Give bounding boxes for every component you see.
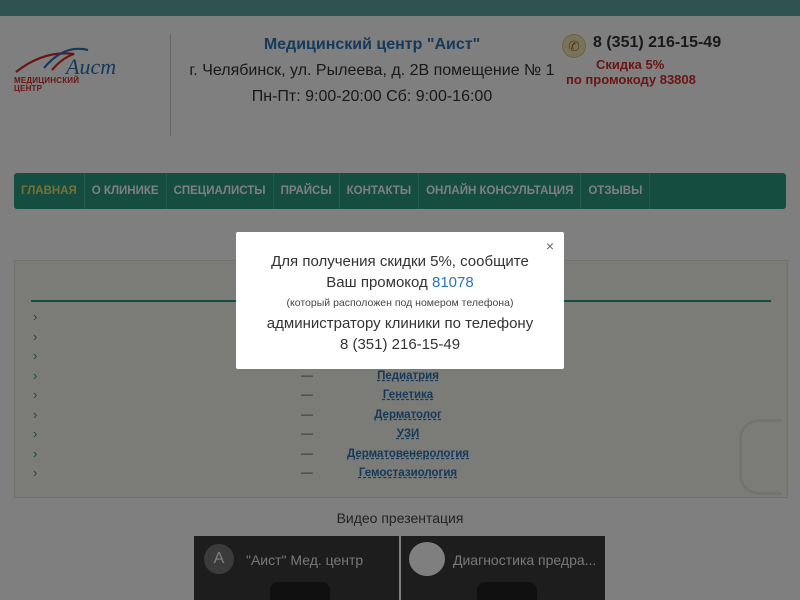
close-icon[interactable]: × bbox=[546, 238, 554, 254]
modal-phone[interactable]: 8 (351) 216-15-49 bbox=[236, 334, 564, 355]
modal-line1: Для получения скидки 5%, сообщите bbox=[271, 253, 529, 270]
modal-line3: администратору клиники по телефону bbox=[266, 315, 534, 332]
modal-note: (который расположен под номером телефона… bbox=[286, 297, 514, 309]
modal-promo-code: 81078 bbox=[431, 274, 474, 291]
promo-modal: × Для получения скидки 5%, сообщите Ваш … bbox=[236, 232, 564, 369]
modal-line2: Ваш промокод 81078 bbox=[236, 272, 564, 293]
modal-code-prefix: Ваш промокод bbox=[326, 274, 428, 291]
